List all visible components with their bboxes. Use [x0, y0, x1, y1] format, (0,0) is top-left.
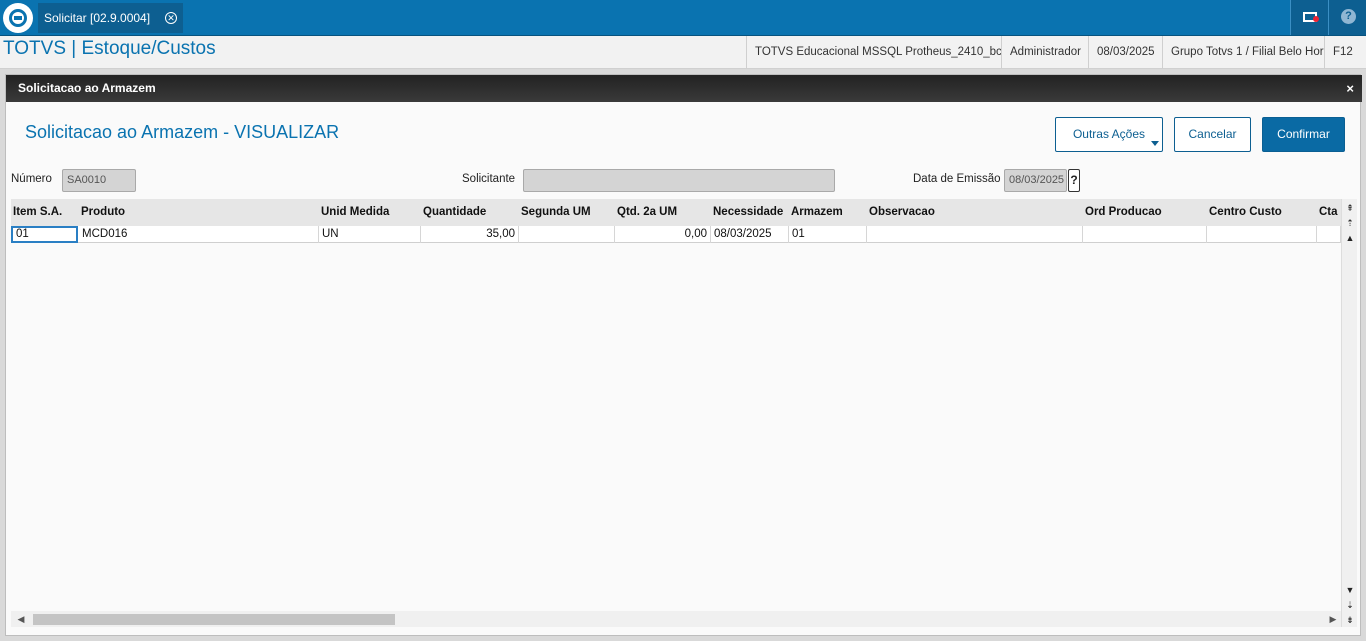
col-segunda-um[interactable]: Segunda UM [519, 199, 615, 226]
solicitante-field[interactable] [523, 169, 835, 192]
scroll-up-icon[interactable]: ▲ [1343, 231, 1357, 245]
shortcut-f12[interactable]: F12 [1324, 36, 1366, 69]
numero-field[interactable]: SA0010 [62, 169, 136, 192]
app-header: TOTVS | Estoque/Custos TOTVS Educacional… [0, 36, 1366, 69]
scroll-page-up-icon[interactable]: ⇡ [1343, 216, 1357, 230]
emissao-field[interactable]: 08/03/2025 [1004, 169, 1067, 192]
numero-label: Número [11, 173, 52, 185]
solicitante-label: Solicitante [462, 173, 516, 185]
app-title: TOTVS | Estoque/Custos [3, 38, 216, 59]
col-necessidade[interactable]: Necessidade [711, 199, 789, 226]
vertical-scrollbar[interactable]: ⇞ ⇡ ▲ ▼ ⇣ ⇟ [1341, 199, 1357, 627]
scroll-top-icon[interactable]: ⇞ [1343, 201, 1357, 215]
tab-close-icon[interactable]: ✕ [165, 12, 177, 24]
scroll-bottom-icon[interactable]: ⇟ [1343, 613, 1357, 627]
totvs-logo-icon[interactable] [3, 3, 33, 33]
other-actions-label: Outras Ações [1072, 127, 1146, 141]
cell-item-sa[interactable]: 01 [11, 226, 78, 243]
mail-button[interactable] [1290, 0, 1328, 35]
table-row[interactable]: 01 MCD016 UN 35,00 0,00 08/03/2025 01 [11, 226, 1341, 243]
lookup-button[interactable]: ? [1068, 169, 1080, 192]
dialog-title: Solicitacao ao Armazem [18, 81, 156, 95]
page-title: Solicitacao ao Armazem - VISUALIZAR [25, 122, 340, 142]
date-info[interactable]: 08/03/2025 [1088, 36, 1162, 69]
cell-necessidade[interactable]: 08/03/2025 [711, 226, 789, 243]
cell-segunda-um[interactable] [519, 226, 615, 243]
col-observacao[interactable]: Observacao [867, 199, 1083, 226]
cell-ord-producao[interactable] [1083, 226, 1207, 243]
cell-cta[interactable] [1317, 226, 1341, 243]
scroll-page-down-icon[interactable]: ⇣ [1343, 598, 1357, 612]
confirm-button[interactable]: Confirmar [1262, 117, 1345, 152]
cell-produto[interactable]: MCD016 [79, 226, 319, 243]
cell-qtd-2a-um[interactable]: 0,00 [615, 226, 711, 243]
items-grid: Item S.A. Produto Unid Medida Quantidade… [11, 199, 1341, 611]
horizontal-scroll-thumb[interactable] [33, 614, 395, 625]
col-item-sa[interactable]: Item S.A. [11, 199, 79, 226]
cell-observacao[interactable] [867, 226, 1083, 243]
col-qtd-2a-um[interactable]: Qtd. 2a UM [615, 199, 711, 226]
col-armazem[interactable]: Armazem [789, 199, 867, 226]
dialog-solicitacao: Solicitacao ao Armazem × Solicitacao ao … [5, 74, 1362, 636]
notification-dot-icon [1313, 16, 1319, 22]
grid-header: Item S.A. Produto Unid Medida Quantidade… [11, 199, 1341, 226]
col-ord-producao[interactable]: Ord Producao [1083, 199, 1207, 226]
emissao-label: Data de Emissão [913, 173, 1001, 185]
horizontal-scrollbar[interactable]: ◀ ▶ [11, 611, 1341, 627]
scroll-right-icon[interactable]: ▶ [1327, 613, 1339, 625]
cancel-button[interactable]: Cancelar [1174, 117, 1251, 152]
col-centro-custo[interactable]: Centro Custo [1207, 199, 1317, 226]
top-bar: Solicitar [02.9.0004] ✕ ? [0, 0, 1366, 36]
cell-quantidade[interactable]: 35,00 [421, 226, 519, 243]
scroll-down-icon[interactable]: ▼ [1343, 583, 1357, 597]
tab-solicitar[interactable]: Solicitar [02.9.0004] ✕ [38, 3, 183, 33]
tab-label: Solicitar [02.9.0004] [44, 11, 151, 25]
help-icon: ? [1341, 9, 1356, 24]
col-produto[interactable]: Produto [79, 199, 319, 226]
col-quantidade[interactable]: Quantidade [421, 199, 519, 226]
dialog-titlebar: Solicitacao ao Armazem × [6, 75, 1362, 102]
environment-info[interactable]: TOTVS Educacional MSSQL Protheus_2410_bc [746, 36, 1001, 69]
close-icon[interactable]: × [1346, 75, 1354, 102]
cell-armazem[interactable]: 01 [789, 226, 867, 243]
scroll-left-icon[interactable]: ◀ [15, 613, 27, 625]
other-actions-button[interactable]: Outras Ações [1055, 117, 1163, 152]
col-unid-medida[interactable]: Unid Medida [319, 199, 421, 226]
col-cta[interactable]: Cta [1317, 199, 1341, 226]
user-info[interactable]: Administrador [1001, 36, 1088, 69]
branch-info[interactable]: Grupo Totvs 1 / Filial Belo Hor [1162, 36, 1324, 69]
help-button[interactable]: ? [1328, 0, 1366, 35]
cell-unid-medida[interactable]: UN [319, 226, 421, 243]
cell-centro-custo[interactable] [1207, 226, 1317, 243]
chevron-down-icon [1151, 141, 1159, 146]
